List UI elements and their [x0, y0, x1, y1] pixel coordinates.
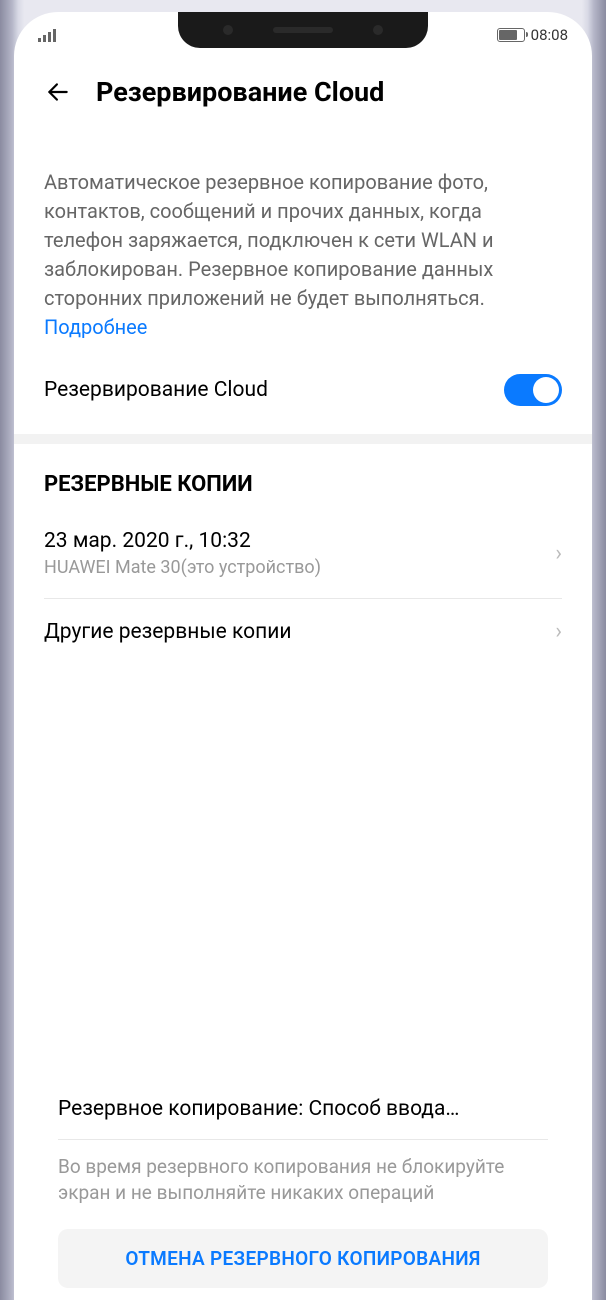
signal-icon [38, 28, 56, 42]
toggle-label: Резервирование Cloud [44, 378, 268, 402]
backup-item[interactable]: 23 мар. 2020 г., 10:32 HUAWEI Mate 30(эт… [14, 509, 592, 598]
backup-device: HUAWEI Mate 30(это устройство) [44, 557, 555, 578]
backup-warning-text: Во время резервного копирования не блоки… [28, 1140, 578, 1229]
description-text: Автоматическое резервное копирование фот… [14, 126, 592, 342]
back-button[interactable] [44, 78, 72, 106]
backup-progress-text: Резервное копирование: Способ ввода… [28, 1079, 578, 1139]
clock-time: 08:08 [531, 26, 568, 44]
other-backups-item[interactable]: Другие резервные копии › [14, 599, 592, 664]
phone-notch [178, 12, 428, 48]
backups-section-header: РЕЗЕРВНЫЕ КОПИИ [14, 444, 592, 509]
learn-more-link[interactable]: Подробнее [44, 315, 147, 339]
section-divider [14, 434, 592, 444]
cloud-backup-toggle[interactable] [504, 374, 562, 406]
page-title: Резервирование Cloud [96, 76, 384, 108]
page-header: Резервирование Cloud [14, 48, 592, 126]
chevron-right-icon: › [555, 619, 562, 644]
cloud-backup-toggle-row: Резервирование Cloud [14, 342, 592, 434]
backup-date: 23 мар. 2020 г., 10:32 [44, 529, 555, 553]
chevron-right-icon: › [555, 541, 562, 566]
battery-icon [497, 28, 525, 42]
cancel-backup-button[interactable]: ОТМЕНА РЕЗЕРВНОГО КОПИРОВАНИЯ [58, 1229, 548, 1288]
other-backups-label: Другие резервные копии [44, 620, 291, 644]
